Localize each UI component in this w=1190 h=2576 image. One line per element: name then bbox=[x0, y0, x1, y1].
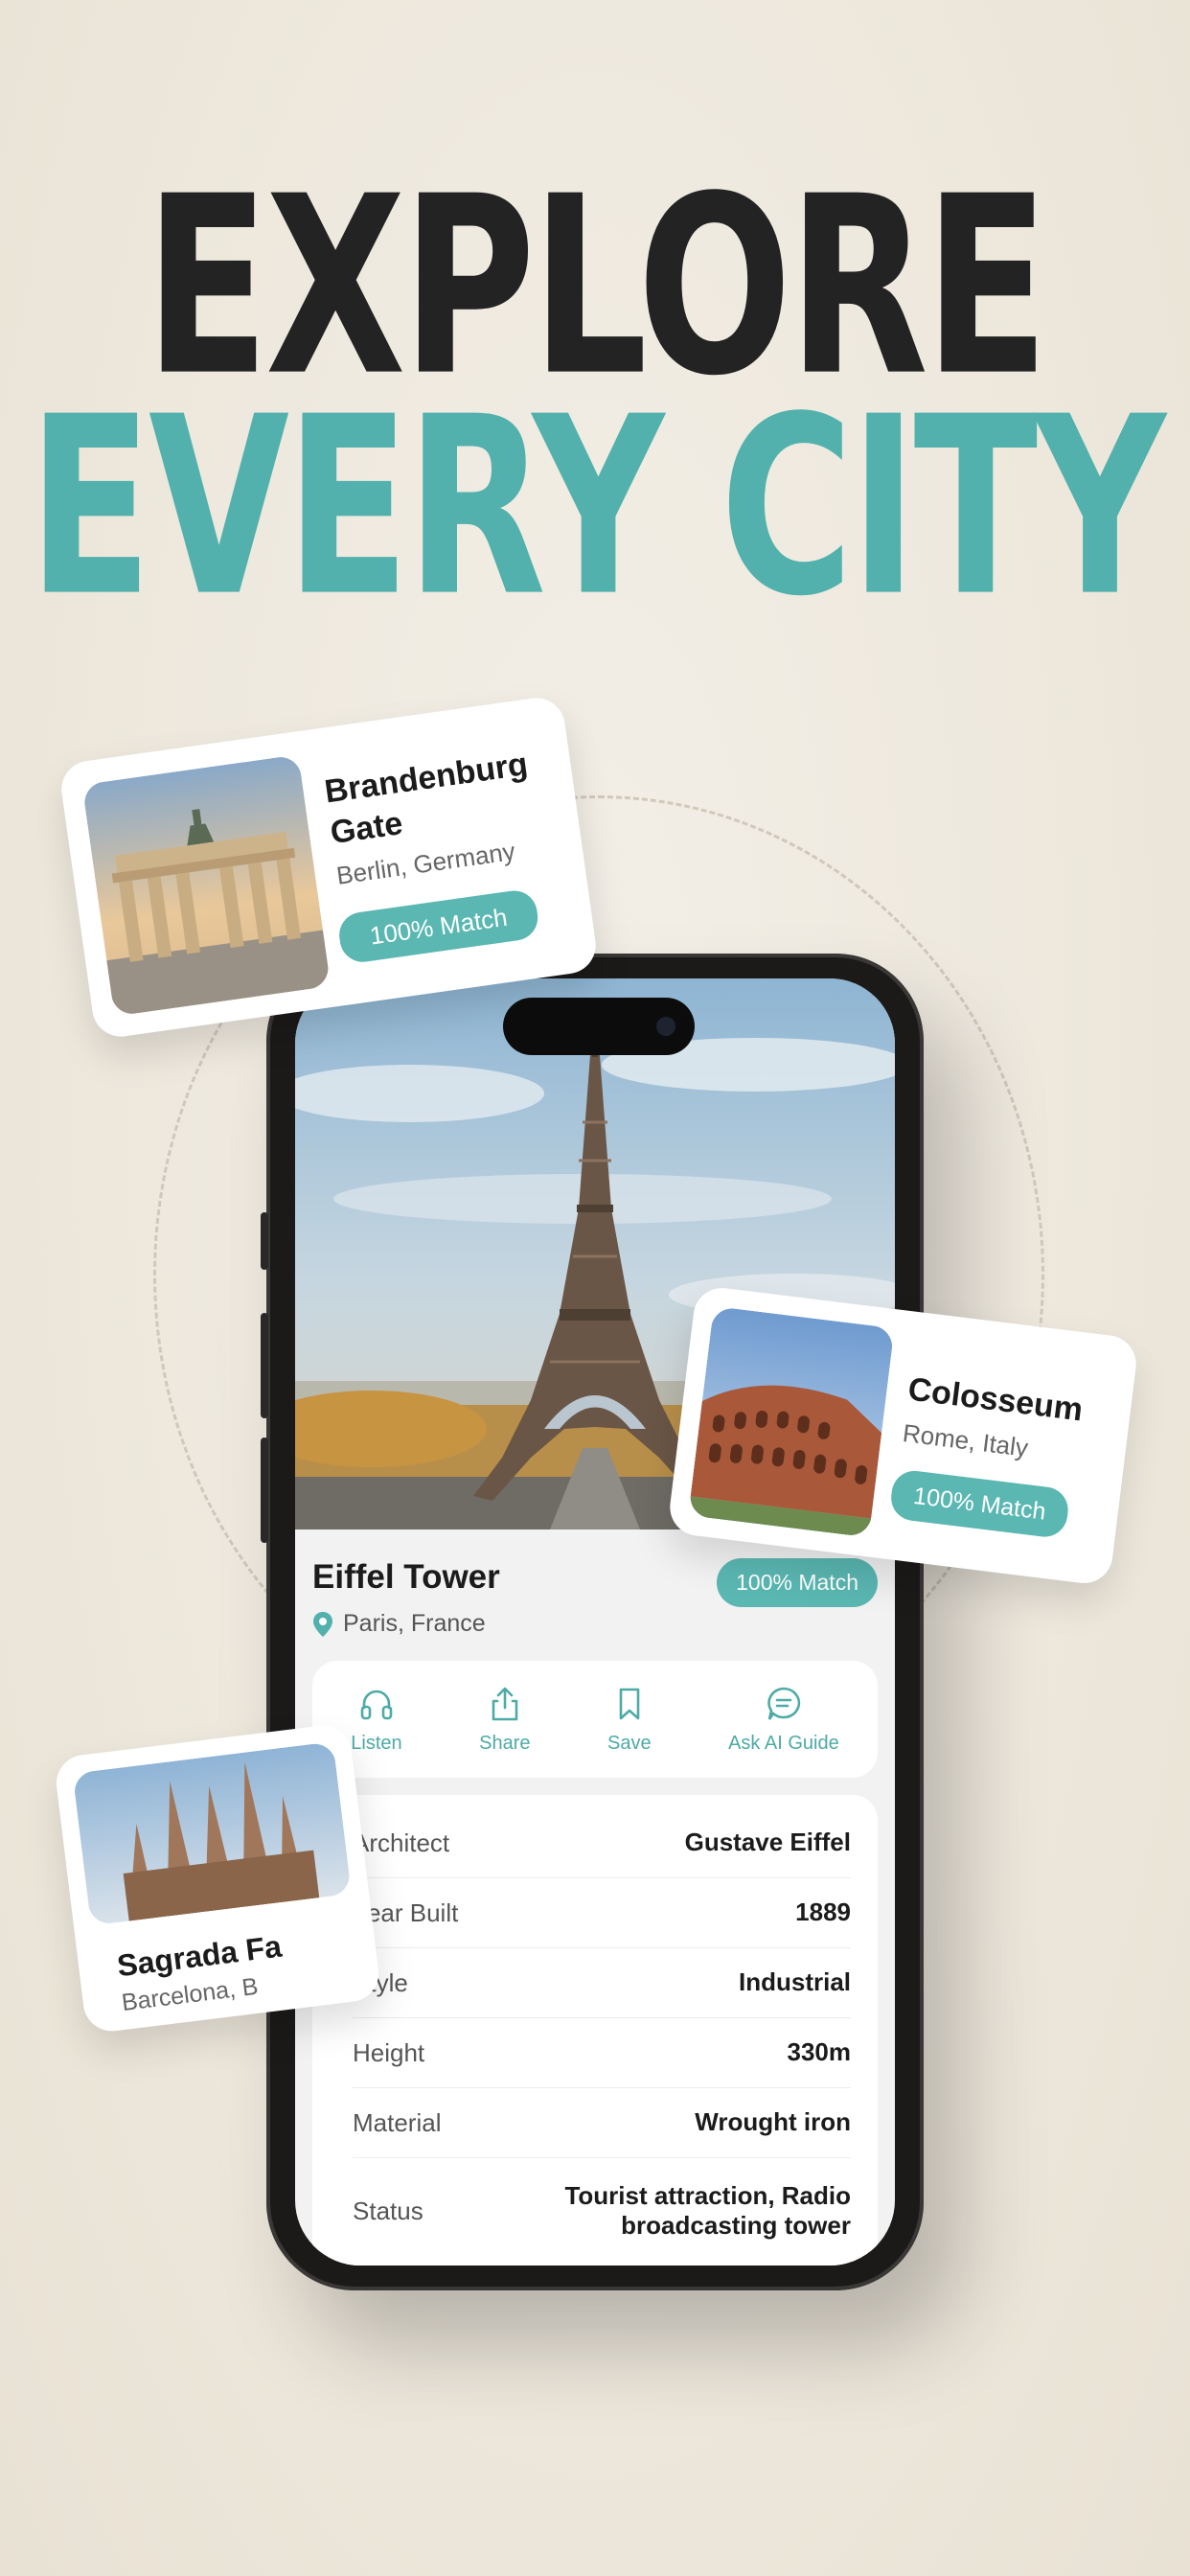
detail-label: Height bbox=[353, 2037, 425, 2067]
ask-ai-guide-button[interactable]: Ask AI Guide bbox=[728, 1685, 839, 1755]
colosseum-image bbox=[688, 1305, 895, 1538]
save-label: Save bbox=[607, 1732, 652, 1754]
dynamic-island bbox=[503, 998, 695, 1055]
detail-value: 1889 bbox=[795, 1898, 851, 1927]
sagrada-image bbox=[72, 1741, 353, 1926]
detail-value: Wrought iron bbox=[695, 2107, 851, 2137]
headline-line-2: EVERY CITY bbox=[28, 364, 1166, 651]
headphones-icon bbox=[360, 1690, 393, 1719]
detail-row-style: Style Industrial bbox=[353, 1948, 851, 2018]
brandenburg-title: Brandenburg Gate bbox=[322, 746, 531, 851]
brandenburg-match-badge: 100% Match bbox=[336, 887, 541, 965]
listen-button[interactable]: Listen bbox=[351, 1685, 402, 1755]
share-button[interactable]: Share bbox=[479, 1685, 531, 1755]
detail-label: Status bbox=[353, 2196, 423, 2225]
detail-row-year-built: Year Built 1889 bbox=[353, 1878, 851, 1948]
detail-row-status: Status Tourist attraction, Radio broadca… bbox=[353, 2158, 851, 2264]
detail-row-height: Height 330m bbox=[353, 2018, 851, 2088]
detail-label: Architect bbox=[353, 1828, 450, 1857]
colosseum-location: Rome, Italy bbox=[901, 1418, 1030, 1462]
share-label: Share bbox=[479, 1732, 531, 1754]
brandenburg-image bbox=[81, 754, 332, 1017]
place-location-text: Paris, France bbox=[343, 1610, 486, 1637]
detail-row-material: Material Wrought iron bbox=[353, 2088, 851, 2158]
match-badge: 100% Match bbox=[717, 1558, 878, 1607]
card-sagrada-familia[interactable]: Sagrada Fa Barcelona, B bbox=[53, 1722, 382, 2035]
action-bar: Listen Share Save Ask AI Guide bbox=[312, 1661, 878, 1778]
location-pin-icon bbox=[313, 1611, 332, 1637]
ask-ai-guide-label: Ask AI Guide bbox=[728, 1732, 839, 1754]
detail-value: 330m bbox=[787, 2037, 852, 2067]
phone-mockup: Eiffel Tower Paris, France 100% Match Li… bbox=[261, 954, 929, 2290]
app-screen: Eiffel Tower Paris, France 100% Match Li… bbox=[295, 978, 895, 2266]
place-header: Eiffel Tower Paris, France 100% Match bbox=[312, 1558, 878, 1638]
detail-value: Industrial bbox=[738, 1967, 851, 1997]
detail-value: Tourist attraction, Radio broadcasting t… bbox=[564, 2180, 851, 2240]
bookmark-icon bbox=[619, 1688, 640, 1719]
colosseum-match-badge: 100% Match bbox=[888, 1468, 1071, 1540]
detail-value: Gustave Eiffel bbox=[684, 1828, 851, 1857]
sagrada-title: Sagrada Fa bbox=[115, 1928, 284, 1984]
detail-label: Material bbox=[353, 2107, 442, 2137]
listen-label: Listen bbox=[351, 1732, 402, 1754]
detail-row-architect: Architect Gustave Eiffel bbox=[353, 1808, 851, 1878]
share-icon bbox=[492, 1687, 518, 1720]
colosseum-title: Colosseum bbox=[905, 1370, 1086, 1429]
details-table: Architect Gustave Eiffel Year Built 1889… bbox=[312, 1795, 878, 2266]
chat-icon bbox=[767, 1687, 801, 1720]
place-location: Paris, France bbox=[312, 1610, 878, 1638]
save-button[interactable]: Save bbox=[607, 1685, 652, 1755]
